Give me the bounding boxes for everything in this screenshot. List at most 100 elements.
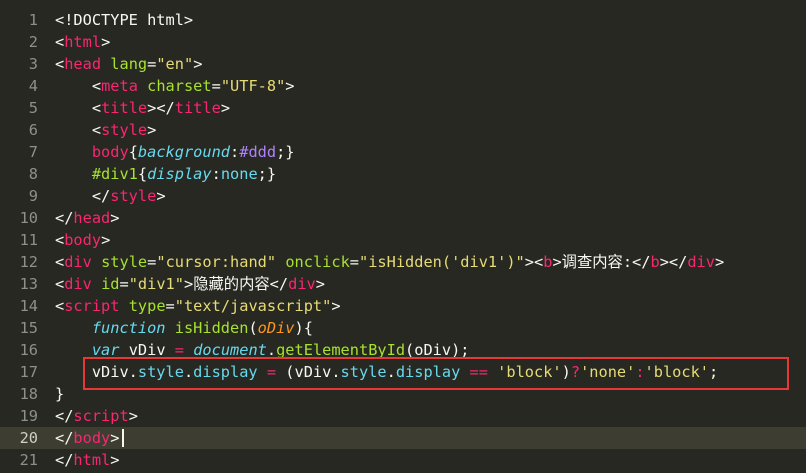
code-token: < [55, 99, 102, 117]
line-number: 20 [19, 429, 38, 447]
code-token: display [395, 363, 461, 381]
code-line[interactable]: 6 <style> [0, 119, 806, 141]
code-token: div [64, 275, 92, 293]
code-text: <style> [55, 119, 157, 141]
code-token: > [315, 275, 325, 293]
code-token: charset [147, 77, 212, 95]
code-line[interactable]: 7 body{background:#ddd;} [0, 141, 806, 163]
code-line[interactable]: 18} [0, 383, 806, 405]
line-number: 4 [28, 77, 38, 95]
code-token: body [64, 231, 102, 249]
code-text: </head> [55, 207, 119, 229]
code-token: vDiv. [55, 363, 138, 381]
code-token: ? [570, 363, 581, 381]
code-token: >隐藏的内容</ [183, 275, 289, 293]
code-token: (vDiv. [276, 363, 341, 381]
code-token: { [128, 143, 138, 161]
code-text: <title></title> [55, 97, 230, 119]
code-line[interactable]: 21 </html> [0, 449, 806, 471]
code-token: "div1" [128, 275, 184, 293]
code-token: style [110, 187, 157, 205]
code-text: </style> [55, 185, 166, 207]
code-token: > [110, 451, 120, 469]
code-token: script [73, 407, 129, 425]
code-line[interactable]: 14 <script type="text/javascript"> [0, 295, 806, 317]
code-token: : [635, 363, 645, 381]
code-token: #ddd [239, 143, 277, 161]
code-token: : [211, 165, 221, 183]
code-token: . [386, 363, 396, 381]
code-line[interactable]: 1 <!DOCTYPE html> [0, 9, 806, 31]
code-token: > [110, 209, 120, 227]
code-text: #div1{display:none;} [55, 163, 276, 185]
code-token: id [101, 275, 120, 293]
code-token: < [55, 55, 65, 73]
code-token: } [55, 385, 65, 403]
code-text: <script type="text/javascript"> [55, 295, 341, 317]
code-token: > [156, 187, 166, 205]
code-line[interactable]: 16 var vDiv = document.getElementById(oD… [0, 339, 806, 361]
code-token: < [55, 77, 102, 95]
code-token: style [101, 253, 148, 271]
code-token: body [73, 429, 111, 447]
code-line[interactable]: 5 <title></title> [0, 97, 806, 119]
line-number: 11 [19, 231, 38, 249]
code-line[interactable]: 20 </body> [0, 427, 806, 449]
code-line[interactable]: 11 <body> [0, 229, 806, 251]
code-token: display [147, 165, 212, 183]
line-number: 12 [19, 253, 38, 271]
code-token: > [285, 77, 295, 95]
code-token: = [266, 363, 277, 381]
code-token: script [64, 297, 120, 315]
code-token: > [101, 231, 111, 249]
code-line[interactable]: 9 </style> [0, 185, 806, 207]
code-text: <div id="div1">隐藏的内容</div> [55, 273, 325, 295]
code-line[interactable]: 8 #div1{display:none;} [0, 163, 806, 185]
code-token: 'block' [497, 363, 562, 381]
code-editor[interactable]: 1 <!DOCTYPE html> 2 <html> 3 <head lang="en">… [0, 0, 806, 473]
code-token: . [183, 363, 194, 381]
line-number: 14 [19, 297, 38, 315]
line-number: 16 [19, 341, 38, 359]
code-line[interactable]: 13 <div id="div1">隐藏的内容</div> [0, 273, 806, 295]
code-token: background [137, 143, 231, 161]
code-line[interactable]: 10 </head> [0, 207, 806, 229]
code-token: ;} [276, 143, 295, 161]
code-token: ( [248, 319, 258, 337]
code-token: < [55, 231, 65, 249]
code-token: > [110, 429, 120, 447]
code-token: </ [55, 209, 74, 227]
code-token: > [193, 55, 203, 73]
code-token: : [230, 143, 240, 161]
code-line[interactable]: 2 <html> [0, 31, 806, 53]
code-token: document [193, 341, 267, 359]
code-text: </script> [55, 405, 138, 427]
code-line[interactable]: 19 </script> [0, 405, 806, 427]
code-token: html [73, 451, 111, 469]
line-number: 5 [28, 99, 38, 117]
code-token: div [288, 275, 316, 293]
line-number: 6 [28, 121, 38, 139]
code-token: > [714, 253, 725, 271]
code-line[interactable]: 4 <meta charset="UTF-8"> [0, 75, 806, 97]
code-token: 'block' [644, 363, 710, 381]
code-line[interactable]: 3 <head lang="en"> [0, 53, 806, 75]
code-token: function [91, 319, 166, 337]
code-token: > [220, 99, 231, 117]
code-line[interactable]: 15 function isHidden(oDiv){ [0, 317, 806, 339]
code-text: <!DOCTYPE html> [55, 9, 193, 31]
code-token: (oDiv); [405, 341, 470, 359]
code-text: </body> [55, 427, 119, 449]
code-token: meta [101, 77, 138, 95]
code-token: 'none' [580, 363, 636, 381]
code-line[interactable]: 17 vDiv.style.display = (vDiv.style.disp… [0, 361, 806, 383]
code-token: "cursor:hand" [156, 253, 277, 271]
code-token: . [266, 341, 277, 359]
code-line[interactable]: 12 <div style="cursor:hand" onclick="isHi… [0, 251, 806, 273]
